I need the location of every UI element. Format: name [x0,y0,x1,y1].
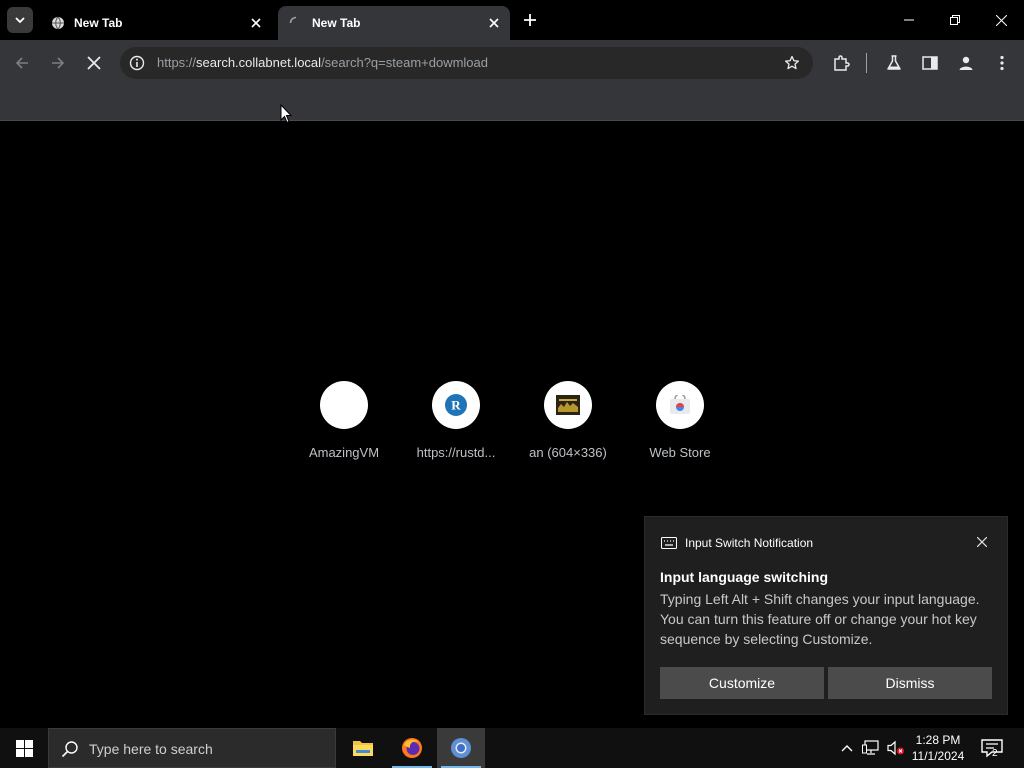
back-button[interactable] [10,51,34,75]
shortcut-tile[interactable]: R https://rustd... [406,381,506,460]
tab-title: New Tab [74,16,123,30]
arrow-right-icon [52,57,65,69]
stop-loading-button[interactable] [82,51,106,75]
close-window-button[interactable] [978,0,1024,40]
shortcut-tile[interactable]: Web Store [630,381,730,460]
customize-button[interactable]: Customize [660,667,824,699]
puzzle-icon [834,55,850,71]
clock-time: 1:28 PM [915,733,961,747]
notification-body: Typing Left Alt + Shift changes your inp… [660,591,980,647]
url-scheme: https:// [157,55,197,70]
arrow-left-icon [15,57,28,69]
minimize-icon [904,19,914,21]
volume-muted-icon[interactable] [886,738,906,758]
tab-new-tab-1[interactable]: New Tab [40,6,272,40]
shortcut-label: AmazingVM [308,445,380,460]
shortcut-label: Web Store [649,445,711,460]
notification-app-name: Input Switch Notification [685,536,814,550]
dismiss-button[interactable]: Dismiss [828,667,992,699]
url-path: /search?q=steam+dowmload [321,55,488,70]
notification-count-badge: 2 [992,748,998,759]
extensions-button[interactable] [829,51,853,75]
firefox-icon [402,738,422,758]
labs-button[interactable] [882,51,906,75]
forward-button[interactable] [46,51,70,75]
site-info-icon[interactable] [128,54,146,72]
bookmark-bar [0,86,1024,121]
firefox-taskbar-button[interactable] [388,728,436,768]
tab-title: New Tab [312,16,361,30]
kebab-menu-icon [1000,55,1004,71]
profile-button[interactable] [954,51,978,75]
start-button[interactable] [0,728,48,768]
blank-favicon-icon [320,381,368,429]
chrome-taskbar-button[interactable] [437,728,485,768]
notification-title: Input language switching [660,569,828,585]
taskbar-search-box[interactable]: Type here to search [48,728,336,768]
toolbar-separator [866,53,867,73]
new-tab-button[interactable] [520,10,540,30]
keyboard-icon [661,537,677,549]
tab-close-icon[interactable] [248,15,264,31]
shortcut-label: an (604×336) [529,445,607,460]
network-icon[interactable] [861,738,881,758]
notification-close-icon[interactable] [975,535,989,549]
url-host: search.collabnet.local [196,55,322,70]
tab-close-icon[interactable] [486,15,502,31]
notification-header: Input Switch Notification [661,536,813,550]
globe-icon [50,15,66,31]
restore-icon [950,15,960,25]
chevron-down-icon [15,17,25,24]
input-switch-notification: Input Switch Notification Input language… [644,516,1008,715]
search-placeholder: Type here to search [89,741,213,757]
file-explorer-taskbar-button[interactable] [339,728,387,768]
shortcut-label: https://rustd... [416,445,496,460]
url-text: https://search.collabnet.local/search?q=… [157,55,488,70]
side-panel-button[interactable] [918,51,942,75]
windows-logo-icon [15,739,33,757]
plus-icon [524,14,536,26]
shortcut-tile[interactable]: AmazingVM [294,381,394,460]
show-hidden-icons-chevron-icon[interactable] [837,738,857,758]
menu-button[interactable] [990,51,1014,75]
tab-search-button[interactable] [7,7,33,33]
shortcut-tile[interactable]: an (604×336) [518,381,618,460]
mouse-pointer-icon [280,104,292,124]
restore-button[interactable] [932,0,978,40]
side-panel-icon [922,56,938,70]
tab-strip: New Tab New Tab [0,0,1024,40]
thumbnail-favicon-icon [544,381,592,429]
flask-icon [887,55,901,70]
stop-x-icon [87,56,101,70]
web-store-icon [656,381,704,429]
clock-date: 11/1/2024 [911,749,965,763]
minimize-button[interactable] [886,0,932,40]
favicon-letter: R [451,398,461,413]
system-clock[interactable]: 1:28 PM 11/1/2024 [906,732,970,764]
letter-r-favicon-icon: R [432,381,480,429]
bookmark-star-icon[interactable] [783,54,801,72]
close-icon [995,14,1007,26]
tab-new-tab-2[interactable]: New Tab [278,6,510,40]
person-icon [959,56,973,70]
chrome-icon [451,738,471,758]
search-icon [61,741,78,758]
folder-icon [353,741,373,756]
loading-spinner-icon [288,15,304,31]
taskbar: Type here to search 1:28 PM 11/1/2024 2 [0,728,1024,768]
address-bar[interactable]: https://search.collabnet.local/search?q=… [120,47,813,79]
